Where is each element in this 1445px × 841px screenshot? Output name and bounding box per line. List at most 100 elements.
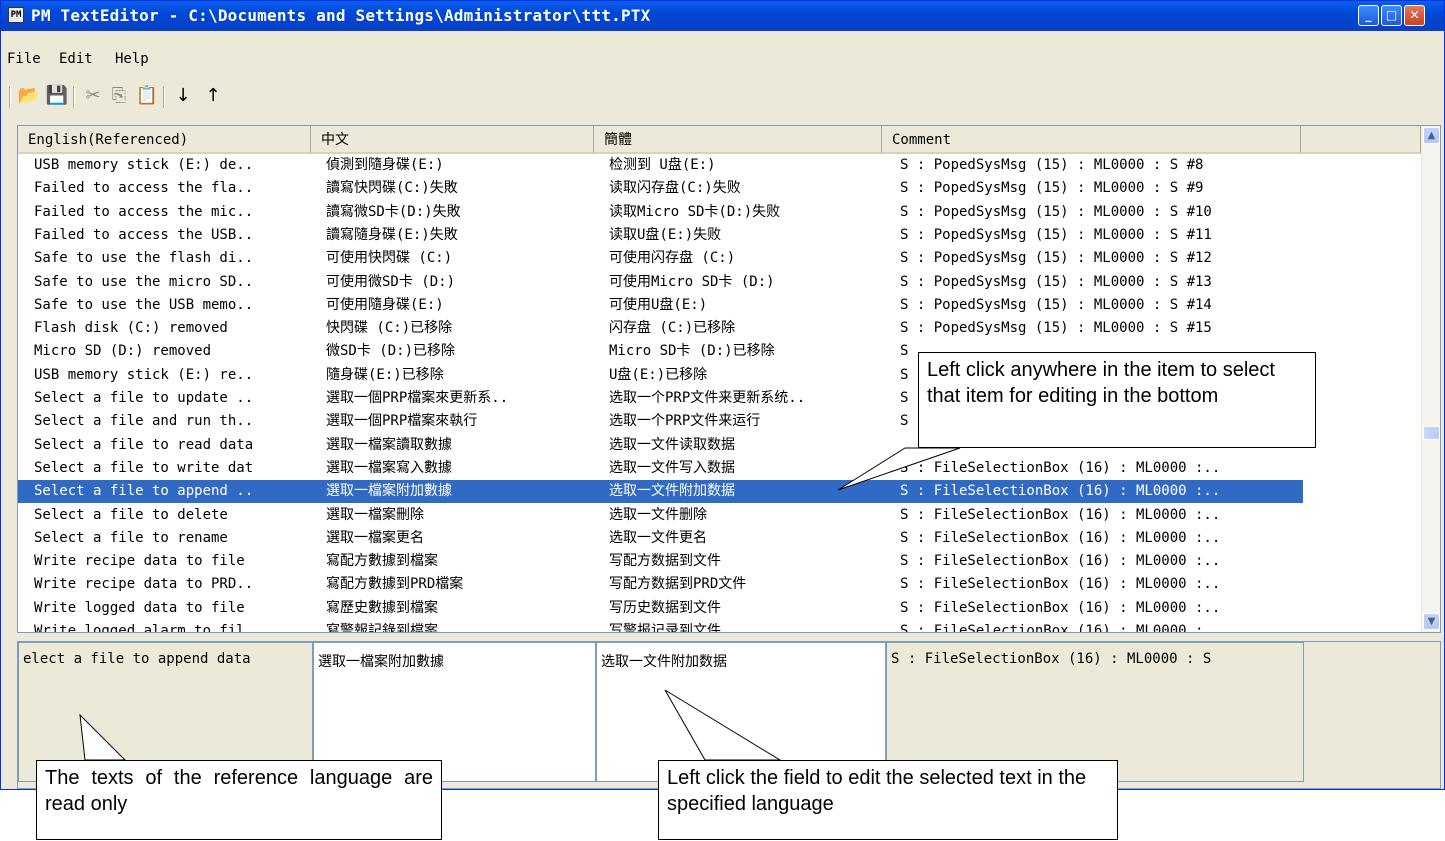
menu-edit[interactable]: Edit bbox=[59, 51, 93, 67]
cut-icon[interactable]: ✂ bbox=[81, 84, 105, 108]
cell-english: Select a file to update .. bbox=[34, 390, 254, 406]
paste-icon[interactable]: 📋 bbox=[135, 84, 159, 108]
column-header-chinese-simplified[interactable]: 簡體 bbox=[594, 126, 882, 154]
table-row[interactable]: Select a file to delete 選取一檔案刪除 选取一文件删除 S :… bbox=[18, 504, 1303, 527]
table-row[interactable]: Write recipe data to PRD.. 寫配方數據到PRD檔案 写配方… bbox=[18, 573, 1303, 596]
table-row[interactable]: Failed to access the USB.. 讀寫隨身碟(E:)失敗 读取U… bbox=[18, 224, 1303, 247]
vertical-scrollbar[interactable]: ▲ ▼ bbox=[1421, 126, 1440, 632]
close-button[interactable]: ✕ bbox=[1404, 5, 1425, 26]
move-up-button[interactable]: ↑ bbox=[201, 84, 225, 108]
cell-comment: S : PopedSysMsg (15) : ML0000 : S #14 bbox=[900, 296, 1212, 313]
cell-chinese-simplified: 写配方数据到PRD文件 bbox=[609, 576, 747, 593]
cell-english: Safe to use the flash di.. bbox=[34, 250, 254, 267]
cell-chinese-simplified: Micro SD卡 (D:)已移除 bbox=[609, 343, 775, 360]
cell-chinese-traditional: 讀寫快閃碟(C:)失敗 bbox=[326, 180, 458, 197]
table-row[interactable]: Write logged data to file 寫歷史數據到檔案 写历史数据到文… bbox=[18, 597, 1303, 620]
cell-chinese-simplified: U盘(E:)已移除 bbox=[609, 366, 708, 383]
move-down-button[interactable]: ↓ bbox=[171, 84, 195, 108]
cell-english: Select a file to rename bbox=[34, 529, 228, 546]
cell-english: Failed to access the fla.. bbox=[34, 180, 254, 197]
table-row[interactable]: Safe to use the micro SD.. 可使用微SD卡 (D:) 可使… bbox=[18, 271, 1303, 294]
cell-english: Safe to use the micro SD.. bbox=[34, 273, 254, 290]
cell-chinese-traditional: 讀寫微SD卡(D:)失敗 bbox=[326, 203, 461, 220]
cell-chinese-traditional: 偵測到隨身碟(E:) bbox=[326, 157, 444, 173]
cell-comment: S : FileSelectionBox (16) : ML0000 :.. bbox=[900, 483, 1221, 500]
menu-file[interactable]: File bbox=[7, 51, 41, 67]
scroll-thumb[interactable] bbox=[1423, 426, 1440, 440]
cell-chinese-simplified: 选取一文件读取数据 bbox=[609, 436, 735, 453]
cell-chinese-simplified: 闪存盘 (C:)已移除 bbox=[609, 320, 736, 337]
cell-english: Write logged data to file bbox=[34, 599, 245, 616]
scroll-down-icon[interactable]: ▼ bbox=[1423, 613, 1440, 630]
column-header-filler bbox=[1301, 126, 1421, 154]
table-row[interactable]: Write logged alarm to fil 寫警報記錄到檔案 写警报记录到文… bbox=[18, 620, 1303, 633]
toolbar-separator bbox=[73, 86, 75, 108]
cell-comment: S : FileSelectionBox (16) : ML0000 :.. bbox=[900, 623, 1221, 633]
cell-comment: S : FileSelectionBox (16) : ML0000 :.. bbox=[900, 576, 1221, 593]
cell-chinese-traditional: 寫配方數據到PRD檔案 bbox=[326, 576, 464, 593]
cell-chinese-simplified: 选取一文件附加数据 bbox=[609, 483, 735, 500]
cell-chinese-simplified: 可使用闪存盘 (C:) bbox=[609, 250, 736, 267]
cell-english: Select a file and run th.. bbox=[34, 413, 254, 430]
table-row[interactable]: Write recipe data to file 寫配方數據到檔案 写配方数据到文… bbox=[18, 550, 1303, 573]
cell-english: Select a file to append .. bbox=[34, 483, 254, 500]
cell-english: Select a file to read data bbox=[34, 436, 254, 453]
cell-chinese-traditional: 選取一檔案附加數據 bbox=[326, 483, 452, 500]
cell-comment: S : FileSelectionBox (16) : ML0000 :.. bbox=[900, 506, 1221, 523]
cell-chinese-traditional: 選取一個PRP檔案來執行 bbox=[326, 413, 478, 430]
table-row[interactable]: Select a file to write dat 選取一檔案寫入數據 选取一文件… bbox=[18, 457, 1303, 480]
cell-english: Select a file to delete bbox=[34, 506, 228, 523]
app-icon: PM bbox=[8, 7, 24, 23]
table-row[interactable]: Failed to access the fla.. 讀寫快閃碟(C:)失敗 读取闪… bbox=[18, 177, 1303, 200]
cell-english: Failed to access the USB.. bbox=[34, 226, 254, 243]
cell-chinese-traditional: 可使用隨身碟(E:) bbox=[326, 296, 444, 313]
cell-chinese-simplified: 选取一文件更名 bbox=[609, 529, 707, 546]
cell-chinese-traditional: 寫警報記錄到檔案 bbox=[326, 623, 438, 633]
toolbar: 📂 💾 ✂ ⎘ 📋 ↓ ↑ bbox=[3, 84, 1441, 112]
scroll-up-icon[interactable]: ▲ bbox=[1423, 127, 1440, 144]
cell-english: USB memory stick (E:) re.. bbox=[34, 366, 254, 383]
cell-chinese-traditional: 微SD卡 (D:)已移除 bbox=[326, 343, 456, 360]
cell-comment: S : FileSelectionBox (16) : ML0000 :.. bbox=[900, 529, 1221, 546]
table-row[interactable]: Safe to use the USB memo.. 可使用隨身碟(E:) 可使用U… bbox=[18, 294, 1303, 317]
cell-chinese-traditional: 選取一檔案更名 bbox=[326, 529, 424, 546]
cell-chinese-simplified: 写历史数据到文件 bbox=[609, 599, 721, 616]
cell-chinese-simplified: 选取一文件删除 bbox=[609, 506, 707, 523]
cell-chinese-traditional: 選取一檔案讀取數據 bbox=[326, 436, 452, 453]
open-icon[interactable]: 📂 bbox=[17, 84, 41, 108]
table-row[interactable]: Failed to access the mic.. 讀寫微SD卡(D:)失敗 读取… bbox=[18, 201, 1303, 224]
maximize-button[interactable]: □ bbox=[1381, 5, 1402, 26]
cell-chinese-simplified: 可使用U盘(E:) bbox=[609, 296, 708, 313]
column-header-comment[interactable]: Comment bbox=[882, 126, 1301, 154]
cell-comment: S : PopedSysMsg (15) : ML0000 : S #10 bbox=[900, 203, 1212, 220]
cell-english: Write recipe data to file bbox=[34, 553, 245, 570]
cell-comment: S : PopedSysMsg (15) : ML0000 : S #11 bbox=[900, 226, 1212, 243]
minimize-button[interactable]: _ bbox=[1358, 5, 1379, 26]
cell-comment: S : PopedSysMsg (15) : ML0000 : S #12 bbox=[900, 250, 1212, 267]
cell-english: Write recipe data to PRD.. bbox=[34, 576, 254, 593]
copy-icon[interactable]: ⎘ bbox=[107, 84, 131, 108]
cell-chinese-traditional: 隨身碟(E:)已移除 bbox=[326, 366, 444, 383]
column-header-english[interactable]: English(Referenced) bbox=[18, 126, 311, 154]
table-row[interactable]: Flash disk (C:) removed 快閃碟 (C:)已移除 闪存盘 (C… bbox=[18, 317, 1303, 340]
save-icon[interactable]: 💾 bbox=[45, 84, 69, 108]
cell-comment: S : PopedSysMsg (15) : ML0000 : S #8 bbox=[900, 157, 1204, 173]
cell-chinese-traditional: 可使用微SD卡 (D:) bbox=[326, 273, 456, 290]
cell-chinese-traditional: 可使用快閃碟 (C:) bbox=[326, 250, 453, 267]
title-bar[interactable]: PM PM TextEditor - C:\Documents and Sett… bbox=[1, 1, 1444, 31]
cell-chinese-traditional: 選取一個PRP檔案來更新系.. bbox=[326, 390, 509, 406]
cell-chinese-traditional: 選取一檔案寫入數據 bbox=[326, 459, 452, 476]
cell-comment: S : FileSelectionBox (16) : ML0000 :.. bbox=[900, 599, 1221, 616]
cell-chinese-simplified: 选取一个PRP文件来运行 bbox=[609, 413, 761, 430]
column-header-chinese-traditional[interactable]: 中文 bbox=[311, 126, 594, 154]
table-row[interactable]: Safe to use the flash di.. 可使用快閃碟 (C:) 可使用… bbox=[18, 247, 1303, 270]
table-row[interactable]: Select a file to rename 選取一檔案更名 选取一文件更名 S :… bbox=[18, 527, 1303, 550]
toolbar-grip bbox=[9, 86, 11, 108]
cell-comment: S : FileSelectionBox (16) : ML0000 :.. bbox=[900, 553, 1221, 570]
menu-help[interactable]: Help bbox=[115, 51, 149, 67]
table-row[interactable]: Select a file to append .. 選取一檔案附加數據 选取一文件… bbox=[18, 480, 1303, 504]
window-title: PM TextEditor - C:\Documents and Setting… bbox=[31, 6, 651, 25]
cell-chinese-simplified: 检测到 U盘(E:) bbox=[609, 157, 716, 173]
table-row[interactable]: USB memory stick (E:) de.. 偵測到隨身碟(E:) 检测到 … bbox=[18, 154, 1303, 177]
cell-chinese-simplified: 选取一文件写入数据 bbox=[609, 459, 735, 476]
